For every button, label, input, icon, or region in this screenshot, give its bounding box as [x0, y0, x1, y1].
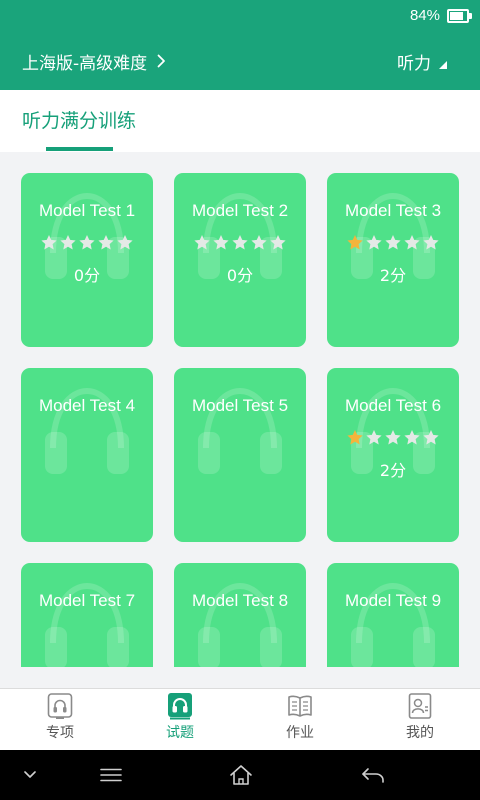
star-rating	[327, 430, 459, 446]
star-empty-icon	[423, 235, 439, 250]
model-test-card[interactable]: Model Test 1 0分	[21, 173, 153, 347]
star-rating	[174, 235, 306, 251]
special-practice-icon	[47, 693, 73, 719]
star-rating	[21, 235, 153, 251]
tab-bar: 听力满分训练	[0, 90, 480, 152]
star-empty-icon	[117, 235, 133, 250]
star-empty-icon	[60, 235, 76, 250]
nav-label: 专项	[46, 725, 74, 741]
star-empty-icon	[194, 235, 210, 250]
exam-headphone-icon	[168, 693, 192, 720]
star-empty-icon	[385, 235, 401, 250]
test-grid: Model Test 1 0分 Model Test 2 0分 Model Test 3…	[0, 152, 480, 667]
tab-active-indicator	[46, 147, 113, 151]
nav-label: 我的	[406, 725, 434, 741]
model-test-card[interactable]: Model Test 6 2分	[327, 368, 459, 542]
star-empty-icon	[385, 430, 401, 445]
star-empty-icon	[404, 430, 420, 445]
card-score: 0分	[73, 266, 101, 285]
test-list-scroll[interactable]: Model Test 1 0分 Model Test 2 0分 Model Test 3…	[0, 152, 480, 667]
card-title: Model Test 3	[344, 201, 442, 220]
chevron-down-icon[interactable]	[24, 771, 36, 779]
headphone-watermark-icon	[45, 583, 129, 667]
star-empty-icon	[404, 235, 420, 250]
nav-item-exam[interactable]: 试题	[120, 689, 240, 750]
nav-label: 试题	[166, 725, 194, 741]
status-bar: 84%	[0, 0, 480, 32]
card-title: Model Test 6	[344, 396, 442, 415]
card-title: Model Test 2	[191, 201, 289, 220]
back-icon[interactable]	[361, 766, 385, 784]
nav-item-homework[interactable]: 作业	[240, 689, 360, 750]
tab-label: 听力满分训练	[22, 110, 137, 132]
subject-label: 听力	[397, 53, 431, 74]
star-empty-icon	[366, 430, 382, 445]
battery-percentage: 84%	[409, 7, 440, 24]
card-score: 2分	[379, 461, 407, 480]
system-navigation-bar	[0, 750, 480, 800]
star-empty-icon	[423, 430, 439, 445]
star-empty-icon	[41, 235, 57, 250]
edition-selector[interactable]: 上海版-高级难度	[22, 32, 166, 90]
card-title: Model Test 1	[38, 201, 136, 220]
model-test-card[interactable]: Model Test 4	[21, 368, 153, 542]
profile-card-icon	[408, 693, 432, 719]
card-title: Model Test 4	[38, 396, 136, 415]
model-test-card[interactable]: Model Test 2 0分	[174, 173, 306, 347]
star-filled-icon	[347, 235, 363, 250]
menu-icon[interactable]	[100, 768, 122, 782]
battery-icon	[447, 9, 469, 23]
model-test-card[interactable]: Model Test 5	[174, 368, 306, 542]
star-empty-icon	[251, 235, 267, 250]
star-empty-icon	[232, 235, 248, 250]
homework-book-icon	[288, 695, 312, 717]
card-title: Model Test 7	[38, 591, 136, 610]
subject-selector[interactable]: 听力	[397, 32, 447, 90]
chevron-right-icon	[157, 54, 166, 68]
nav-item-profile[interactable]: 我的	[360, 689, 480, 750]
bottom-navigation: 专项 试题 作业 我的	[0, 688, 480, 750]
card-score: 2分	[379, 266, 407, 285]
battery-nub	[469, 13, 472, 19]
model-test-card[interactable]: Model Test 7	[21, 563, 153, 667]
app-header: 84% 上海版-高级难度 听力	[0, 0, 480, 90]
star-empty-icon	[98, 235, 114, 250]
home-icon[interactable]	[229, 764, 253, 786]
model-test-card[interactable]: Model Test 9	[327, 563, 459, 667]
card-title: Model Test 9	[344, 591, 442, 610]
star-rating	[327, 235, 459, 251]
header-bar: 上海版-高级难度 听力	[0, 32, 480, 90]
card-title: Model Test 5	[191, 396, 289, 415]
star-empty-icon	[213, 235, 229, 250]
model-test-card[interactable]: Model Test 3 2分	[327, 173, 459, 347]
nav-item-special[interactable]: 专项	[0, 689, 120, 750]
headphone-watermark-icon	[351, 583, 435, 667]
model-test-card[interactable]: Model Test 8	[174, 563, 306, 667]
dropdown-triangle-icon	[439, 61, 447, 69]
card-score: 0分	[226, 266, 254, 285]
headphone-watermark-icon	[198, 583, 282, 667]
star-empty-icon	[366, 235, 382, 250]
battery-level-fill	[450, 12, 464, 20]
star-empty-icon	[270, 235, 286, 250]
edition-label: 上海版-高级难度	[22, 53, 148, 74]
content-area: Model Test 1 0分 Model Test 2 0分 Model Test 3…	[0, 152, 480, 688]
star-empty-icon	[79, 235, 95, 250]
tab-listening-full-score[interactable]: 听力满分训练	[22, 90, 136, 152]
nav-label: 作业	[286, 725, 314, 741]
card-title: Model Test 8	[191, 591, 289, 610]
star-filled-icon	[347, 430, 363, 445]
